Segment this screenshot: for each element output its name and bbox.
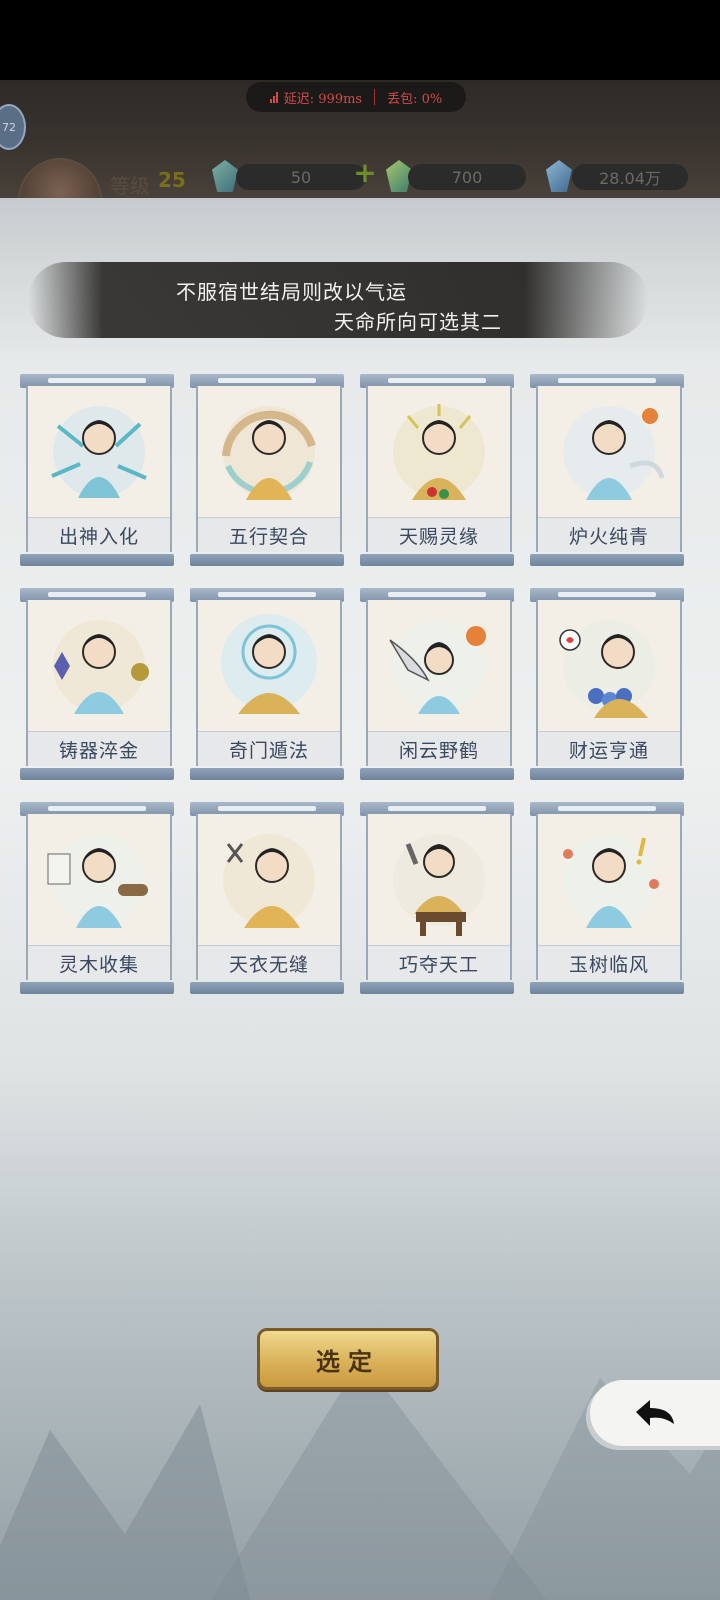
scroll-paper: 财运亨通 (536, 600, 682, 766)
divider (374, 89, 376, 105)
talent-scene: 不服宿世结局则改以气运 天命所向可选其二 出神入化 五行契合 天赐灵缘 炉火纯青… (0, 198, 720, 1600)
scroll-paper: 灵木收集 (26, 814, 172, 980)
talent-card[interactable]: 炉火纯青 (530, 374, 684, 566)
resource-value: 28.04万 (599, 169, 661, 188)
resource-crystal[interactable]: 28.04万 (572, 164, 688, 190)
resource-green[interactable]: 700 (408, 164, 526, 190)
scroll-rod (190, 554, 344, 566)
talent-card[interactable]: 奇门遁法 (190, 588, 344, 780)
alchemy-fire-icon (563, 406, 665, 500)
talent-card[interactable]: 五行契合 (190, 374, 344, 566)
fortune-cultivator-icon (393, 404, 485, 500)
wealth-icon (559, 620, 655, 718)
talent-name: 灵木收集 (28, 945, 170, 980)
scroll-rod (190, 982, 344, 994)
talent-card[interactable]: 财运亨通 (530, 588, 684, 780)
banner-line-2: 天命所向可选其二 (334, 310, 502, 334)
talent-card[interactable]: 巧夺天工 (360, 802, 514, 994)
talent-name: 炉火纯青 (538, 517, 680, 552)
scroll-paper: 玉树临风 (536, 814, 682, 980)
talent-name: 天赐灵缘 (368, 517, 510, 552)
resource-value: 700 (451, 167, 483, 187)
mountain-shape (480, 1330, 720, 1600)
talent-card[interactable]: 灵木收集 (20, 802, 174, 994)
signal-icon (269, 91, 278, 103)
crane-icon (389, 620, 486, 714)
talent-name: 玉树临风 (538, 945, 680, 980)
latency-text: 延迟: 999ms (283, 91, 363, 107)
scroll-paper: 闲云野鹤 (366, 600, 512, 766)
scroll-paper: 出神入化 (26, 386, 172, 552)
scroll-rod (530, 554, 684, 566)
talent-card[interactable]: 天衣无缝 (190, 802, 344, 994)
sword-cultivator-icon (51, 406, 147, 498)
talent-name: 出神入化 (28, 517, 170, 552)
talent-card[interactable]: 铸器淬金 (20, 588, 174, 780)
talent-name: 铸器淬金 (28, 731, 170, 766)
talent-card[interactable]: 天赐灵缘 (360, 374, 514, 566)
system-top-bar (0, 0, 720, 80)
mountain-shape (0, 1404, 260, 1600)
wood-gathering-icon (47, 834, 148, 928)
talent-card[interactable]: 玉树临风 (530, 802, 684, 994)
back-arrow-icon (636, 1400, 674, 1426)
scroll-paper: 天赐灵缘 (366, 386, 512, 552)
talent-name: 奇门遁法 (198, 731, 340, 766)
level-value: 25 (158, 168, 186, 192)
level-label: 等级 (110, 174, 150, 198)
scroll-rod (20, 554, 174, 566)
resource-jade[interactable]: 50 (236, 164, 366, 190)
scroll-paper: 巧夺天工 (366, 814, 512, 980)
network-status: 延迟: 999ms 丢包: 0% (246, 82, 466, 112)
scroll-rod (360, 982, 514, 994)
packet-loss-text: 丢包: 0% (387, 91, 443, 107)
tailoring-icon (223, 834, 315, 928)
formation-icon (221, 614, 317, 714)
scroll-rod (190, 768, 344, 780)
mountain-shape (200, 1358, 560, 1600)
back-button[interactable] (590, 1380, 720, 1446)
scroll-paper: 奇门遁法 (196, 600, 342, 766)
crafting-icon (393, 834, 485, 936)
five-elements-icon (222, 406, 316, 500)
forging-icon (53, 620, 149, 714)
scroll-rod (20, 768, 174, 780)
scroll-paper: 天衣无缝 (196, 814, 342, 980)
talent-name: 财运亨通 (538, 731, 680, 766)
scroll-rod (530, 768, 684, 780)
scroll-paper: 炉火纯青 (536, 386, 682, 552)
scroll-rod (530, 982, 684, 994)
scroll-paper: 铸器淬金 (26, 600, 172, 766)
scroll-rod (360, 554, 514, 566)
scroll-paper: 五行契合 (196, 386, 342, 552)
talent-grid: 出神入化 五行契合 天赐灵缘 炉火纯青 铸器淬金 奇门遁法 闲云野鹤 财运亨通 … (20, 374, 690, 994)
add-resource-icon[interactable]: + (352, 159, 378, 187)
banner-line-1: 不服宿世结局则改以气运 (176, 280, 407, 304)
talent-card[interactable]: 闲云野鹤 (360, 588, 514, 780)
talent-name: 闲云野鹤 (368, 731, 510, 766)
talent-name: 巧夺天工 (368, 945, 510, 980)
scroll-rod (360, 768, 514, 780)
talent-name: 天衣无缝 (198, 945, 340, 980)
resource-value: 50 (290, 167, 312, 187)
talent-card[interactable]: 出神入化 (20, 374, 174, 566)
talent-name: 五行契合 (198, 517, 340, 552)
graceful-cultivator-icon (563, 834, 659, 928)
scroll-rod (20, 982, 174, 994)
select-button[interactable]: 选定 (257, 1328, 439, 1390)
